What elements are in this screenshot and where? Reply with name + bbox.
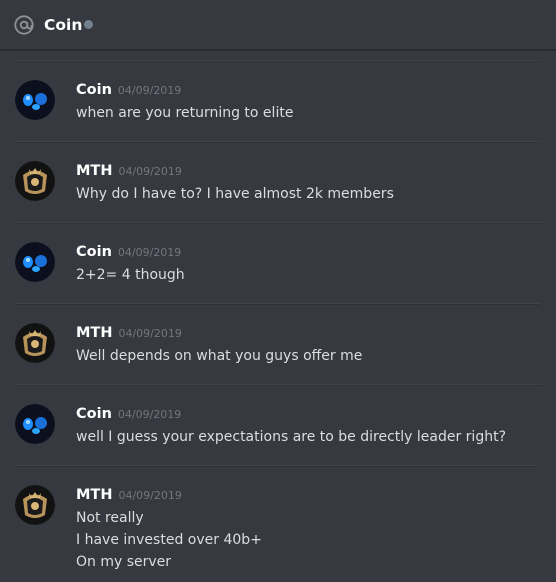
author-name[interactable]: Coin (76, 244, 112, 260)
message-divider (16, 303, 540, 305)
author-name[interactable]: MTH (76, 163, 112, 179)
message-timestamp: 04/09/2019 (118, 489, 182, 502)
author-name[interactable]: MTH (76, 325, 112, 341)
message-text: Not really (76, 510, 144, 526)
author-name[interactable]: MTH (76, 487, 112, 503)
message-author[interactable]: MTH 04/09/2019 (76, 485, 182, 506)
message-timestamp: 04/09/2019 (118, 165, 182, 178)
blue-orb-avatar-icon[interactable] (15, 404, 55, 444)
message-text: Well depends on what you guys offer me (76, 348, 363, 364)
message-text: I have invested over 40b+ (76, 532, 262, 548)
message-timestamp: 04/09/2019 (117, 84, 182, 97)
message-timestamp: 04/09/2019 (117, 408, 182, 421)
message-author[interactable]: MTH 04/09/2019 (76, 161, 182, 182)
status-indicator (84, 20, 93, 29)
message-text: 2+2= 4 though (76, 267, 185, 283)
message-list[interactable]: Coin 04/09/2019 when are you returning to… (0, 50, 556, 582)
message-divider (16, 465, 540, 467)
message-text: well I guess your expectations are to be… (76, 429, 507, 445)
gold-crest-avatar-icon[interactable] (15, 485, 55, 525)
channel-header: Coin (0, 0, 556, 50)
message-timestamp: 04/09/2019 (118, 327, 182, 340)
gold-crest-avatar-icon[interactable] (15, 323, 55, 363)
channel-title: Coin (44, 16, 83, 34)
message-text: when are you returning to elite (76, 105, 294, 121)
message-author[interactable]: MTH 04/09/2019 (76, 323, 182, 344)
gold-crest-avatar-icon[interactable] (15, 161, 55, 201)
blue-orb-avatar-icon[interactable] (15, 80, 55, 120)
message-text: Why do I have to? I have almost 2k membe… (76, 186, 394, 202)
message-author[interactable]: Coin 04/09/2019 (76, 80, 181, 101)
at-sign-icon (14, 15, 34, 35)
author-name[interactable]: Coin (76, 406, 112, 422)
message-divider (16, 60, 540, 62)
message-author[interactable]: Coin 04/09/2019 (76, 404, 181, 425)
message-divider (16, 384, 540, 386)
author-name[interactable]: Coin (76, 82, 112, 98)
message-text: On my server (76, 554, 172, 570)
blue-orb-avatar-icon[interactable] (15, 242, 55, 282)
message-timestamp: 04/09/2019 (117, 246, 182, 259)
message-divider (16, 222, 540, 224)
message-divider (16, 141, 540, 143)
message-author[interactable]: Coin 04/09/2019 (76, 242, 181, 263)
